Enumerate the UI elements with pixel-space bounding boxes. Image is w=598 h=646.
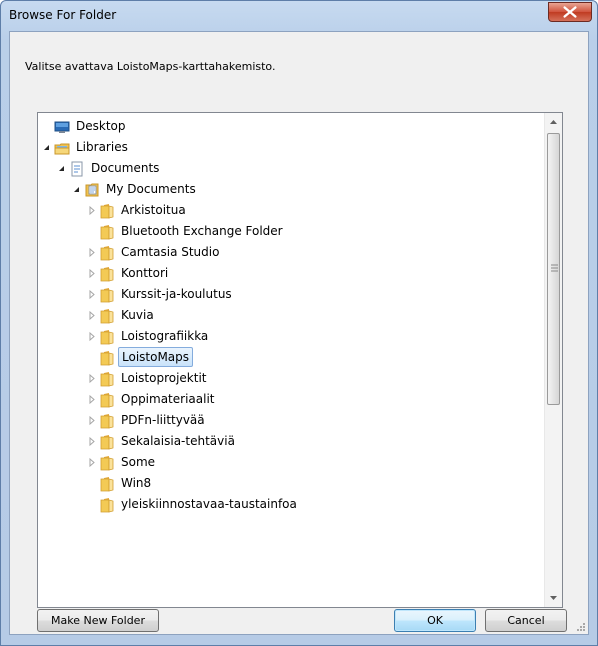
tree-item[interactable]: PDFn-liittyvää xyxy=(38,410,538,431)
tree-item-label: Bluetooth Exchange Folder xyxy=(121,224,283,238)
tree-item[interactable]: Libraries xyxy=(38,137,538,158)
collapsed-arrow-icon[interactable] xyxy=(87,368,97,389)
collapsed-arrow-icon[interactable] xyxy=(87,389,97,410)
tree-item[interactable]: Arkistoitua xyxy=(38,200,538,221)
tree-item-label: Konttori xyxy=(121,266,169,280)
folder-icon xyxy=(99,329,115,345)
documents-library-icon xyxy=(69,161,85,177)
tree-item-label: Libraries xyxy=(76,140,128,154)
tree-item-label: Kuvia xyxy=(121,308,154,322)
collapsed-arrow-icon[interactable] xyxy=(87,452,97,473)
folder-icon xyxy=(99,497,115,513)
tree-item-label: Loistografiikka xyxy=(121,329,209,343)
collapsed-arrow-icon[interactable] xyxy=(87,263,97,284)
folder-icon xyxy=(99,245,115,261)
folder-icon xyxy=(99,413,115,429)
tree-item[interactable]: Loistografiikka xyxy=(38,326,538,347)
expanded-arrow-icon[interactable] xyxy=(42,137,52,158)
folder-icon xyxy=(99,434,115,450)
vertical-scrollbar[interactable] xyxy=(544,113,562,607)
tree-item-label: Loistoprojektit xyxy=(121,371,207,385)
tree-item[interactable]: Kurssit-ja-koulutus xyxy=(38,284,538,305)
tree-item-label: Camtasia Studio xyxy=(121,245,220,259)
tree-item[interactable]: Sekalaisia-tehtäviä xyxy=(38,431,538,452)
tree-item[interactable]: Win8 xyxy=(38,473,538,494)
close-button[interactable] xyxy=(548,2,592,22)
close-icon xyxy=(563,6,577,18)
grip-icon xyxy=(551,264,558,272)
tree-item[interactable]: Some xyxy=(38,452,538,473)
collapsed-arrow-icon[interactable] xyxy=(87,305,97,326)
make-new-folder-button[interactable]: Make New Folder xyxy=(37,609,159,632)
folder-icon xyxy=(99,371,115,387)
tree-item[interactable]: Konttori xyxy=(38,263,538,284)
folder-icon xyxy=(99,476,115,492)
collapsed-arrow-icon[interactable] xyxy=(87,431,97,452)
folder-tree[interactable]: Desktop Libraries Documents My Documents Ark… xyxy=(37,112,563,608)
folder-icon xyxy=(99,455,115,471)
tree-item-label: Oppimateriaalit xyxy=(121,392,215,406)
tree-item[interactable]: LoistoMaps xyxy=(38,347,538,368)
tree-item[interactable]: Desktop xyxy=(38,116,538,137)
collapsed-arrow-icon[interactable] xyxy=(87,242,97,263)
folder-icon xyxy=(99,287,115,303)
tree-item[interactable]: Bluetooth Exchange Folder xyxy=(38,221,538,242)
dialog-client-area: Valitse avattava LoistoMaps-karttahakemi… xyxy=(9,31,589,635)
instruction-text: Valitse avattava LoistoMaps-karttahakemi… xyxy=(25,60,276,73)
make-new-folder-label: Make New Folder xyxy=(51,614,145,627)
tree-item[interactable]: My Documents xyxy=(38,179,538,200)
arrow-down-icon xyxy=(550,596,557,600)
arrow-up-icon xyxy=(550,120,557,124)
scrollbar-thumb[interactable] xyxy=(547,133,560,405)
collapsed-arrow-icon[interactable] xyxy=(87,326,97,347)
title-bar[interactable]: Browse For Folder xyxy=(1,1,597,31)
window-title: Browse For Folder xyxy=(9,8,117,22)
resize-grip-icon[interactable] xyxy=(574,620,586,632)
tree-item-label: Kurssit-ja-koulutus xyxy=(121,287,232,301)
tree-item-label: Win8 xyxy=(121,476,152,490)
expanded-arrow-icon[interactable] xyxy=(57,158,67,179)
tree-item[interactable]: Camtasia Studio xyxy=(38,242,538,263)
my-documents-icon xyxy=(84,182,100,198)
tree-item-label: My Documents xyxy=(106,182,196,196)
folder-icon xyxy=(99,203,115,219)
ok-label: OK xyxy=(427,614,443,627)
tree-item-label: yleiskiinnostavaa-taustainfoa xyxy=(121,497,297,511)
tree-item-label: PDFn-liittyvää xyxy=(121,413,205,427)
tree-item-label: Documents xyxy=(91,161,160,175)
folder-icon xyxy=(99,392,115,408)
ok-button[interactable]: OK xyxy=(394,609,476,632)
cancel-button[interactable]: Cancel xyxy=(485,609,567,632)
dialog-window: Browse For Folder Valitse avattava Loist… xyxy=(0,0,598,646)
folder-icon xyxy=(99,266,115,282)
tree-item-label: LoistoMaps xyxy=(118,347,194,367)
cancel-label: Cancel xyxy=(507,614,545,627)
tree-item[interactable]: Oppimateriaalit xyxy=(38,389,538,410)
tree-item-label: Some xyxy=(121,455,156,469)
tree-item-label: Sekalaisia-tehtäviä xyxy=(121,434,235,448)
folder-icon xyxy=(99,308,115,324)
desktop-icon xyxy=(54,119,70,135)
libraries-icon xyxy=(54,140,70,156)
tree-item-label: Desktop xyxy=(76,119,126,133)
collapsed-arrow-icon[interactable] xyxy=(87,200,97,221)
scroll-down-button[interactable] xyxy=(545,590,562,607)
folder-icon xyxy=(99,224,115,240)
tree-item[interactable]: yleiskiinnostavaa-taustainfoa xyxy=(38,494,538,515)
scroll-up-button[interactable] xyxy=(545,113,562,130)
tree-item[interactable]: Documents xyxy=(38,158,538,179)
tree-item[interactable]: Loistoprojektit xyxy=(38,368,538,389)
tree-item-label: Arkistoitua xyxy=(121,203,186,217)
tree-item[interactable]: Kuvia xyxy=(38,305,538,326)
collapsed-arrow-icon[interactable] xyxy=(87,284,97,305)
collapsed-arrow-icon[interactable] xyxy=(87,410,97,431)
expanded-arrow-icon[interactable] xyxy=(72,179,82,200)
folder-icon xyxy=(99,350,115,366)
